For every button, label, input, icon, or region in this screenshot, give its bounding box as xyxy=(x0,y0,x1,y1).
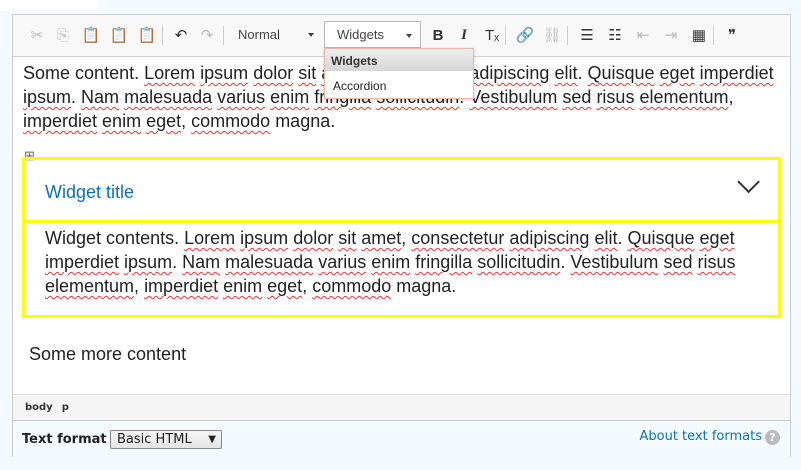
misspelled-word: elementum xyxy=(45,276,135,296)
chevron-down-icon xyxy=(308,33,314,37)
misspelled-word: Lorem xyxy=(144,63,196,83)
paragraph: Some more content xyxy=(29,344,187,364)
cut-icon[interactable]: ✂ xyxy=(25,23,49,47)
misspelled-word: elementum xyxy=(639,87,729,107)
path-p[interactable]: p xyxy=(62,402,69,413)
misspelled-word: Nam xyxy=(182,252,221,272)
dropdown-item-accordion[interactable]: Accordion xyxy=(325,71,473,98)
toolbar-separator xyxy=(567,26,568,45)
misspelled-word: sed xyxy=(663,252,693,272)
misspelled-word: imperdiet xyxy=(23,111,98,131)
widgets-combo[interactable]: Widgets xyxy=(324,21,421,48)
misspelled-word: fringilla xyxy=(415,252,473,272)
widget-title-text: Widget title xyxy=(45,182,135,202)
widgets-dropdown: Widgets Accordion xyxy=(324,48,474,99)
misspelled-word: ipsum xyxy=(200,63,249,83)
widget-contents: Widget contents. Lorem ipsum dolor sit a… xyxy=(22,223,781,318)
misspelled-word: eget xyxy=(267,276,303,296)
undo-icon[interactable]: ↶ xyxy=(169,23,193,47)
page-top-strip xyxy=(0,0,98,11)
misspelled-word: risus xyxy=(697,252,736,272)
misspelled-word: sit xyxy=(338,228,357,248)
misspelled-word: varius xyxy=(318,252,367,272)
misspelled-word: Vestibulum xyxy=(570,252,659,272)
widget-title[interactable]: Widget title xyxy=(22,157,781,223)
misspelled-word: Lorem xyxy=(184,228,236,248)
text-format-select[interactable]: Basic HTML ▼ xyxy=(110,430,222,449)
indent-icon[interactable]: ⇥ xyxy=(659,23,683,47)
misspelled-word: dolor xyxy=(293,228,334,248)
misspelled-word: eget xyxy=(699,228,735,248)
copy-icon[interactable]: ⎘ xyxy=(51,23,75,47)
misspelled-word: elit xyxy=(554,63,578,83)
paste-icon[interactable]: 📋 xyxy=(79,23,103,47)
misspelled-word: Quisque xyxy=(587,63,655,83)
misspelled-word: ipsum xyxy=(23,87,72,107)
text-format-footer: Text format Basic HTML ▼ About text forma… xyxy=(13,421,790,457)
bulleted-list-icon[interactable]: ☰ xyxy=(575,23,599,47)
misspelled-word: enim xyxy=(270,87,310,107)
misspelled-word: enim xyxy=(223,276,263,296)
misspelled-word: ipsum xyxy=(124,252,173,272)
misspelled-word: varius xyxy=(217,87,266,107)
misspelled-word: enim xyxy=(371,252,411,272)
widgets-value: Widgets xyxy=(337,27,384,42)
toolbar-separator xyxy=(223,26,224,45)
editor-content[interactable]: Some content. Lorem ipsum dolor sit amet… xyxy=(13,57,790,394)
outdent-icon[interactable]: ⇤ xyxy=(631,23,655,47)
paragraph-format-combo[interactable]: Normal xyxy=(226,21,322,48)
toolbar-separator xyxy=(713,26,714,45)
misspelled-word: commodo xyxy=(312,276,392,296)
link-icon[interactable]: 🔗 xyxy=(513,23,537,47)
misspelled-word: eget xyxy=(146,111,182,131)
bold-icon[interactable]: B xyxy=(426,23,450,47)
remove-format-icon[interactable]: Tₓ xyxy=(480,23,504,47)
misspelled-word: sollicitudin xyxy=(477,252,561,272)
chevron-down-icon xyxy=(406,34,412,38)
misspelled-word: amet xyxy=(361,228,402,248)
paste-word-icon[interactable]: 📋 xyxy=(135,23,159,47)
misspelled-word: elit xyxy=(594,228,618,248)
about-text-formats-link[interactable]: About text formats xyxy=(639,429,762,444)
redo-icon[interactable]: ↷ xyxy=(195,23,219,47)
misspelled-word: adipiscing xyxy=(469,63,550,83)
element-path-bar: body p xyxy=(13,394,790,421)
text-format-label: Text format xyxy=(22,432,107,447)
chevron-down-icon[interactable] xyxy=(737,170,760,194)
misspelled-word: sit xyxy=(298,63,317,83)
table-icon[interactable]: ▦ xyxy=(687,23,711,47)
italic-icon[interactable]: I xyxy=(452,23,476,47)
numbered-list-icon[interactable]: ☷ xyxy=(603,23,627,47)
text-format-value: Basic HTML xyxy=(117,432,192,447)
misspelled-word: consectetur xyxy=(411,228,505,248)
misspelled-word: ipsum xyxy=(240,228,289,248)
misspelled-word: imperdiet xyxy=(699,63,774,83)
misspelled-word: risus xyxy=(596,87,635,107)
misspelled-word: Quisque xyxy=(627,228,695,248)
misspelled-word: Nam xyxy=(81,87,120,107)
misspelled-word: enim xyxy=(102,111,142,131)
misspelled-word: imperdiet xyxy=(144,276,219,296)
dropdown-header: Widgets xyxy=(325,49,473,71)
misspelled-word: adipiscing xyxy=(509,228,590,248)
paste-text-icon[interactable]: 📋 xyxy=(107,23,131,47)
blockquote-icon[interactable]: ❞ xyxy=(720,23,744,47)
misspelled-word: sed xyxy=(562,87,592,107)
misspelled-word: malesuada xyxy=(225,252,314,272)
caret-down-icon: ▼ xyxy=(208,434,216,445)
toolbar-separator xyxy=(505,26,506,45)
format-value: Normal xyxy=(238,27,280,42)
misspelled-word: commodo xyxy=(191,111,271,131)
misspelled-word: imperdiet xyxy=(45,252,120,272)
misspelled-word: dolor xyxy=(253,63,294,83)
misspelled-word: malesuada xyxy=(124,87,213,107)
toolbar-separator xyxy=(162,26,163,45)
misspelled-word: Vestibulum xyxy=(469,87,558,107)
path-body[interactable]: body xyxy=(25,402,53,413)
unlink-icon[interactable]: ⛓ xyxy=(540,23,564,47)
help-icon[interactable]: ? xyxy=(765,430,780,445)
misspelled-word: eget xyxy=(659,63,695,83)
